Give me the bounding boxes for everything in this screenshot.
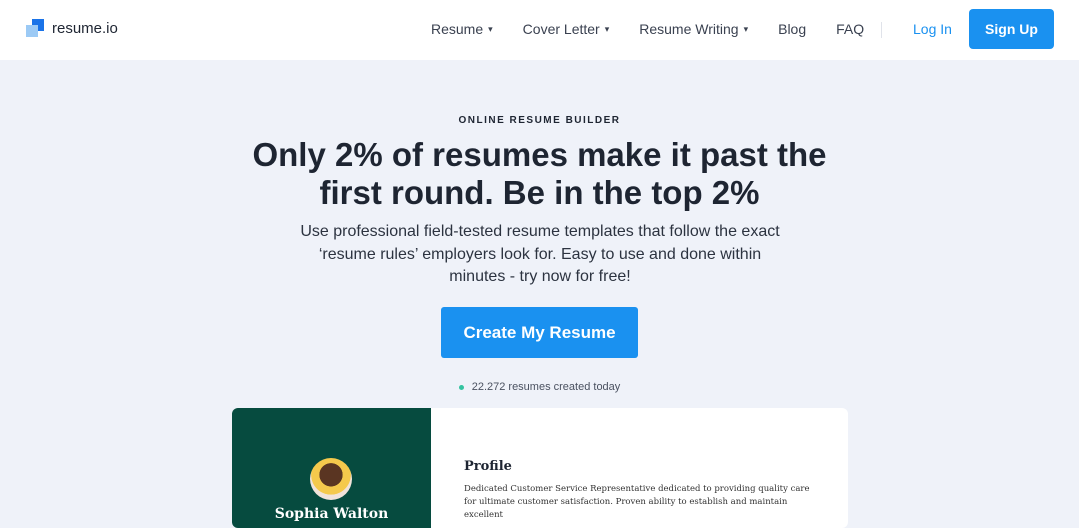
chevron-down-icon: ▾ bbox=[604, 23, 610, 34]
header: resume.io Resume ▾ Cover Letter ▾ Resume W… bbox=[0, 0, 1079, 60]
logo-icon bbox=[26, 19, 44, 37]
nav-faq[interactable]: FAQ bbox=[836, 21, 864, 37]
signup-button[interactable]: Sign Up bbox=[969, 9, 1054, 49]
avatar bbox=[310, 458, 352, 500]
nav-resume[interactable]: Resume ▾ bbox=[431, 21, 493, 37]
create-resume-button[interactable]: Create My Resume bbox=[441, 307, 638, 358]
hero-subtitle: Use professional field-tested resume tem… bbox=[300, 223, 780, 285]
profile-heading: Profile bbox=[464, 459, 512, 474]
live-dot-icon bbox=[458, 384, 464, 390]
logo[interactable]: resume.io bbox=[26, 19, 118, 37]
resume-sidebar: Sophia Walton bbox=[232, 408, 431, 528]
chevron-down-icon: ▾ bbox=[488, 23, 493, 34]
nav-divider bbox=[881, 22, 882, 38]
profile-text: Dedicated Customer Service Representativ… bbox=[464, 484, 810, 520]
nav-cover-letter[interactable]: Cover Letter ▾ bbox=[523, 21, 610, 37]
resume-name: Sophia Walton bbox=[274, 506, 389, 522]
nav-label: Resume Writing bbox=[639, 21, 739, 37]
login-link[interactable]: Log In bbox=[913, 21, 952, 37]
resume-preview: Sophia Walton Profile Dedicated Customer… bbox=[232, 408, 848, 528]
count-text: 22.272 resumes created today bbox=[471, 381, 621, 393]
nav-blog[interactable]: Blog bbox=[778, 21, 806, 37]
logo-text: resume.io bbox=[52, 19, 118, 37]
chevron-down-icon: ▾ bbox=[743, 23, 749, 34]
main-nav: Resume ▾ Cover Letter ▾ Resume Writing ▾ Bl… bbox=[431, 21, 894, 37]
nav-label: Cover Letter bbox=[522, 21, 600, 37]
nav-label: Resume bbox=[431, 21, 484, 37]
resume-count: 22.272 resumes created today bbox=[0, 381, 1079, 393]
hero-title: Only 2% of resumes make it past the firs… bbox=[252, 136, 827, 211]
nav-resume-writing[interactable]: Resume Writing ▾ bbox=[639, 21, 748, 37]
eyebrow: ONLINE RESUME BUILDER bbox=[458, 115, 621, 126]
